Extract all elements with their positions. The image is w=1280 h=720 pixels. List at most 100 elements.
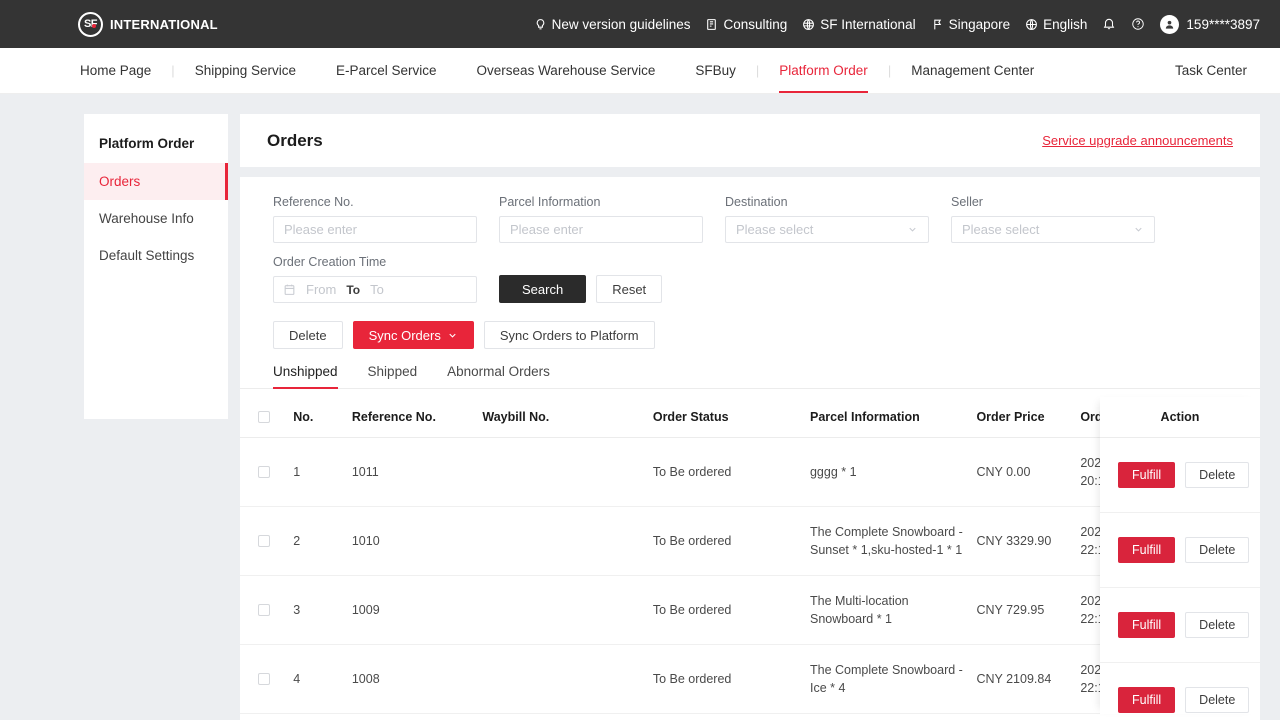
flag-icon bbox=[931, 18, 944, 31]
chevron-down-icon bbox=[447, 330, 458, 341]
top-header-right-group: New version guidelines Consulting SF Int… bbox=[534, 15, 1260, 34]
chevron-down-icon bbox=[907, 224, 918, 235]
language-selector[interactable]: English bbox=[1025, 17, 1087, 32]
service-upgrade-announcements-link[interactable]: Service upgrade announcements bbox=[1042, 133, 1233, 148]
cell-parcel-information: The Complete Snowboard - Ice * 4 bbox=[810, 645, 976, 714]
cell-parcel-information: The Complete Snowboard - Sunset * 1,sku-… bbox=[810, 507, 976, 576]
fulfill-button[interactable]: Fulfill bbox=[1118, 612, 1175, 638]
panel-header: Orders Service upgrade announcements bbox=[240, 114, 1260, 167]
sidebar-item-default-settings[interactable]: Default Settings bbox=[84, 237, 228, 274]
delete-row-button[interactable]: Delete bbox=[1185, 687, 1249, 713]
consulting-link[interactable]: Consulting bbox=[705, 17, 787, 32]
delete-row-button[interactable]: Delete bbox=[1185, 537, 1249, 563]
sticky-column-action-header: Action bbox=[1100, 397, 1260, 438]
sidebar: Platform Order Orders Warehouse Info Def… bbox=[84, 114, 228, 419]
destination-select[interactable]: Please select bbox=[725, 216, 929, 243]
filter-row-1: Reference No. Please enter Parcel Inform… bbox=[273, 195, 1227, 243]
column-waybill-no: Waybill No. bbox=[482, 397, 652, 438]
row-select-cell bbox=[240, 576, 293, 645]
action-cell: Fulfill Delete bbox=[1100, 663, 1260, 720]
reset-button[interactable]: Reset bbox=[596, 275, 662, 303]
row-checkbox[interactable] bbox=[258, 535, 270, 547]
tab-shipped[interactable]: Shipped bbox=[368, 364, 418, 388]
nav-item-shipping-service[interactable]: Shipping Service bbox=[175, 48, 316, 93]
nav-item-management-center[interactable]: Management Center bbox=[891, 48, 1054, 93]
row-checkbox[interactable] bbox=[258, 673, 270, 685]
select-all-header bbox=[240, 397, 293, 438]
order-creation-time-range-picker[interactable]: From To To bbox=[273, 276, 477, 303]
row-checkbox[interactable] bbox=[258, 466, 270, 478]
consulting-label: Consulting bbox=[723, 17, 787, 32]
cell-no: 4 bbox=[293, 645, 352, 714]
seller-select[interactable]: Please select bbox=[951, 216, 1155, 243]
fulfill-button[interactable]: Fulfill bbox=[1118, 462, 1175, 488]
reference-no-input[interactable]: Please enter bbox=[273, 216, 477, 243]
chevron-down-icon bbox=[1133, 224, 1144, 235]
region-selector[interactable]: Singapore bbox=[931, 17, 1011, 32]
cell-order-status: To Be ordered bbox=[653, 576, 810, 645]
search-button[interactable]: Search bbox=[499, 275, 586, 303]
sync-orders-label: Sync Orders bbox=[369, 328, 441, 343]
bell-icon[interactable] bbox=[1102, 17, 1116, 31]
cell-order-price: CNY 2109.84 bbox=[976, 645, 1080, 714]
page-container: Platform Order Orders Warehouse Info Def… bbox=[0, 94, 1280, 720]
parcel-information-input[interactable]: Please enter bbox=[499, 216, 703, 243]
account-menu[interactable]: 159****3897 bbox=[1160, 15, 1260, 34]
delete-row-button[interactable]: Delete bbox=[1185, 612, 1249, 638]
cell-order-status: To Be ordered bbox=[653, 645, 810, 714]
new-version-guidelines-label: New version guidelines bbox=[552, 17, 691, 32]
nav-item-e-parcel-service[interactable]: E-Parcel Service bbox=[316, 48, 457, 93]
seller-select-value: Please select bbox=[962, 222, 1039, 237]
sync-orders-to-platform-button[interactable]: Sync Orders to Platform bbox=[484, 321, 655, 349]
top-header-bar: SF INTERNATIONAL New version guidelines bbox=[0, 0, 1280, 48]
nav-item-platform-order[interactable]: Platform Order bbox=[759, 48, 888, 93]
action-cell: Fulfill Delete bbox=[1100, 588, 1260, 663]
orders-table-container: No. Reference No. Waybill No. Order Stat… bbox=[240, 397, 1260, 714]
sidebar-title: Platform Order bbox=[84, 130, 228, 163]
row-checkbox[interactable] bbox=[258, 604, 270, 616]
fulfill-button[interactable]: Fulfill bbox=[1118, 537, 1175, 563]
column-no: No. bbox=[293, 397, 352, 438]
destination-select-value: Please select bbox=[736, 222, 813, 237]
filter-row-2: Order Creation Time From To To bbox=[273, 255, 1227, 303]
filter-form: Reference No. Please enter Parcel Inform… bbox=[240, 195, 1260, 303]
date-from-input[interactable]: From bbox=[306, 282, 336, 297]
table-toolbar: Delete Sync Orders Sync Orders to Platfo… bbox=[240, 321, 1260, 349]
sync-orders-button[interactable]: Sync Orders bbox=[353, 321, 474, 349]
tab-unshipped[interactable]: Unshipped bbox=[273, 364, 338, 388]
delete-row-button[interactable]: Delete bbox=[1185, 462, 1249, 488]
cell-order-status: To Be ordered bbox=[653, 438, 810, 507]
cell-waybill-no bbox=[482, 576, 652, 645]
avatar bbox=[1160, 15, 1179, 34]
cell-order-price: CNY 3329.90 bbox=[976, 507, 1080, 576]
sf-logo-icon: SF bbox=[78, 12, 103, 37]
date-to-input[interactable]: To bbox=[370, 282, 384, 297]
nav-item-overseas-warehouse-service[interactable]: Overseas Warehouse Service bbox=[457, 48, 676, 93]
field-reference-no: Reference No. Please enter bbox=[273, 195, 477, 243]
panel-body: Reference No. Please enter Parcel Inform… bbox=[240, 177, 1260, 720]
lightbulb-icon bbox=[534, 18, 547, 31]
seller-label: Seller bbox=[951, 195, 1155, 210]
sidebar-item-warehouse-info[interactable]: Warehouse Info bbox=[84, 200, 228, 237]
field-seller: Seller Please select bbox=[951, 195, 1155, 243]
new-version-guidelines-link[interactable]: New version guidelines bbox=[534, 17, 691, 32]
nav-item-home-page[interactable]: Home Page bbox=[60, 48, 171, 93]
nav-item-sfbuy[interactable]: SFBuy bbox=[675, 48, 756, 93]
reference-no-label: Reference No. bbox=[273, 195, 477, 210]
globe-icon bbox=[1025, 18, 1038, 31]
sticky-action-column: Action Fulfill Delete Fulfill Delete Ful… bbox=[1100, 397, 1260, 714]
question-circle-icon[interactable] bbox=[1131, 17, 1145, 31]
cell-no: 3 bbox=[293, 576, 352, 645]
delete-button[interactable]: Delete bbox=[273, 321, 343, 349]
nav-item-task-center[interactable]: Task Center bbox=[1175, 48, 1260, 93]
sf-international-site-switch[interactable]: SF International bbox=[802, 17, 915, 32]
fulfill-button[interactable]: Fulfill bbox=[1118, 687, 1175, 713]
sidebar-item-orders[interactable]: Orders bbox=[84, 163, 228, 200]
select-all-checkbox[interactable] bbox=[258, 411, 270, 423]
sf-international-logo[interactable]: SF INTERNATIONAL bbox=[78, 12, 218, 37]
sf-international-label: SF International bbox=[820, 17, 915, 32]
cell-order-price: CNY 0.00 bbox=[976, 438, 1080, 507]
cell-reference-no: 1008 bbox=[352, 645, 483, 714]
order-status-tabs: Unshipped Shipped Abnormal Orders bbox=[240, 364, 1260, 389]
tab-abnormal-orders[interactable]: Abnormal Orders bbox=[447, 364, 550, 388]
